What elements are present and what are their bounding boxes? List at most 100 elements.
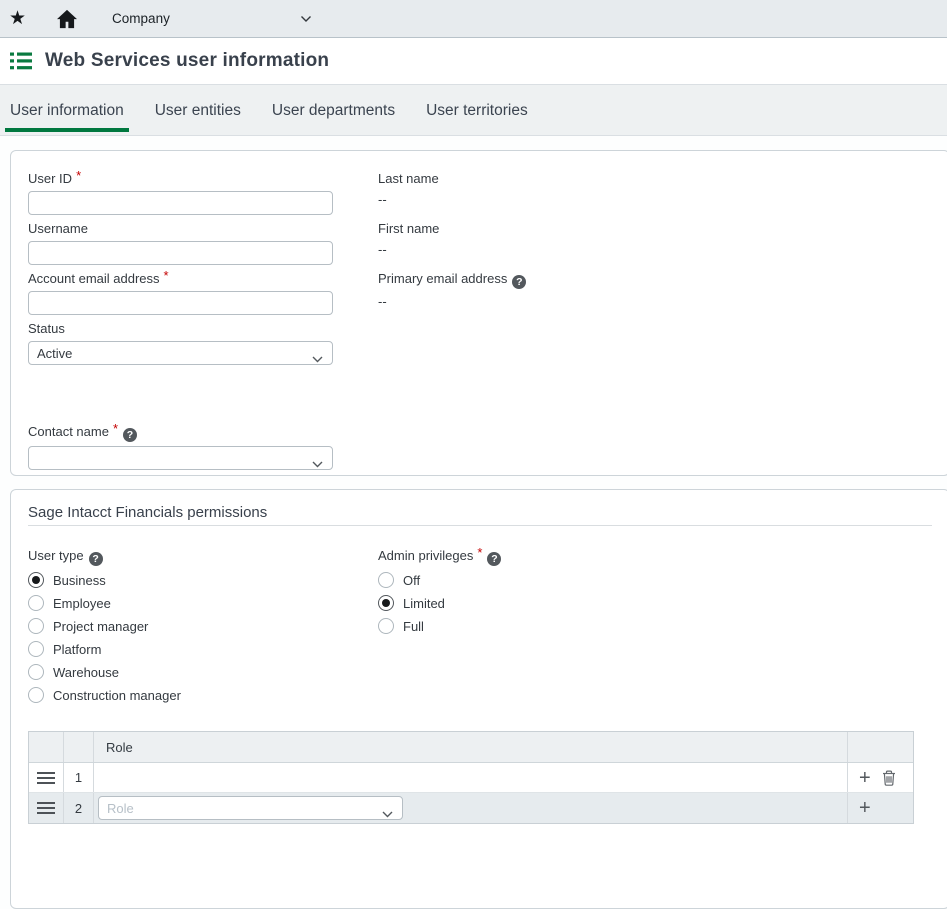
tab-user-territories[interactable]: User territories xyxy=(425,102,529,135)
tab-bar: User information User entities User depa… xyxy=(0,85,947,136)
roles-table-header: Role xyxy=(29,732,913,763)
radio-icon xyxy=(28,595,44,611)
user-type-group: User type? Business Employee Project man… xyxy=(28,548,378,710)
role-header-cell: Role xyxy=(94,732,848,762)
first-name-value: -- xyxy=(378,242,932,258)
delete-row-icon[interactable] xyxy=(882,770,896,786)
help-icon[interactable]: ? xyxy=(512,275,526,289)
form-right-column: Last name -- First name -- Primary email… xyxy=(378,171,932,476)
page-header: Web Services user information xyxy=(0,38,947,85)
radio-icon xyxy=(378,618,394,634)
help-icon[interactable]: ? xyxy=(487,552,501,566)
rownum-header-cell xyxy=(64,732,94,762)
chevron-down-icon xyxy=(312,456,323,471)
role-placeholder: Role xyxy=(107,801,134,816)
table-row: 2 Role + xyxy=(29,793,913,823)
add-row-button[interactable]: + xyxy=(859,798,871,818)
username-input[interactable] xyxy=(28,241,333,265)
role-select[interactable]: Role xyxy=(98,796,403,820)
radio-user-type-warehouse[interactable]: Warehouse xyxy=(28,664,378,680)
radio-user-type-construction-manager[interactable]: Construction manager xyxy=(28,687,378,703)
radio-icon xyxy=(378,595,394,611)
user-information-panel: User ID* Username Account email address*… xyxy=(10,150,947,476)
chevron-down-icon[interactable] xyxy=(300,15,312,23)
tab-user-departments[interactable]: User departments xyxy=(271,102,396,135)
row-actions: + xyxy=(848,763,913,792)
account-email-label: Account email address* xyxy=(28,271,378,287)
help-icon[interactable]: ? xyxy=(123,428,137,442)
drag-handle-icon[interactable] xyxy=(37,802,55,814)
status-selected-value: Active xyxy=(37,346,72,361)
contact-name-label: Contact name*? xyxy=(28,424,378,442)
radio-user-type-employee[interactable]: Employee xyxy=(28,595,378,611)
row-actions: + xyxy=(848,793,913,823)
tab-user-entities[interactable]: User entities xyxy=(154,102,242,135)
form-left-column: User ID* Username Account email address*… xyxy=(28,171,378,476)
actions-header-cell xyxy=(848,732,913,762)
radio-icon xyxy=(28,641,44,657)
radio-icon xyxy=(378,572,394,588)
radio-user-type-platform[interactable]: Platform xyxy=(28,641,378,657)
user-id-field-group: User ID* xyxy=(28,171,378,215)
permissions-panel: Sage Intacct Financials permissions User… xyxy=(10,489,947,909)
radio-icon xyxy=(28,618,44,634)
status-label: Status xyxy=(28,321,378,337)
top-navigation-bar: ★ Company xyxy=(0,0,947,38)
required-marker: * xyxy=(477,545,482,560)
required-marker: * xyxy=(164,268,169,283)
drag-header-cell xyxy=(29,732,64,762)
last-name-value: -- xyxy=(378,192,932,208)
table-row: 1 + xyxy=(29,763,913,793)
role-cell: Role xyxy=(94,793,848,823)
last-name-label: Last name xyxy=(378,171,932,187)
account-email-input[interactable] xyxy=(28,291,333,315)
radio-icon xyxy=(28,687,44,703)
drag-cell xyxy=(29,793,64,823)
row-number: 2 xyxy=(64,793,94,823)
chevron-down-icon xyxy=(382,806,393,821)
primary-email-label: Primary email address? xyxy=(378,271,932,289)
user-type-label: User type? xyxy=(28,548,378,566)
primary-email-field: Primary email address? -- xyxy=(378,271,932,310)
radio-user-type-project-manager[interactable]: Project manager xyxy=(28,618,378,634)
user-id-input[interactable] xyxy=(28,191,333,215)
spacer xyxy=(28,371,378,424)
list-icon[interactable] xyxy=(10,52,32,70)
permissions-heading: Sage Intacct Financials permissions xyxy=(28,504,932,522)
user-id-label: User ID* xyxy=(28,171,378,187)
drag-cell xyxy=(29,763,64,792)
admin-privileges-group: Admin privileges*? Off Limited Full xyxy=(378,548,932,710)
username-label: Username xyxy=(28,221,378,237)
contact-name-field-group: Contact name*? xyxy=(28,424,378,470)
username-field-group: Username xyxy=(28,221,378,265)
add-row-button[interactable]: + xyxy=(859,768,871,788)
company-menu[interactable]: Company xyxy=(112,11,170,26)
home-icon[interactable] xyxy=(56,9,78,29)
radio-user-type-business[interactable]: Business xyxy=(28,572,378,588)
status-field-group: Status Active xyxy=(28,321,378,365)
tab-user-information[interactable]: User information xyxy=(9,102,125,135)
first-name-field: First name -- xyxy=(378,221,932,258)
account-email-field-group: Account email address* xyxy=(28,271,378,315)
radio-icon xyxy=(28,572,44,588)
roles-table: Role 1 + xyxy=(28,731,914,824)
admin-privileges-label: Admin privileges*? xyxy=(378,548,932,566)
status-select[interactable]: Active xyxy=(28,341,333,365)
required-marker: * xyxy=(113,421,118,436)
primary-email-value: -- xyxy=(378,294,932,310)
radio-admin-limited[interactable]: Limited xyxy=(378,595,932,611)
drag-handle-icon[interactable] xyxy=(37,772,55,784)
radio-icon xyxy=(28,664,44,680)
contact-name-select[interactable] xyxy=(28,446,333,470)
role-cell[interactable] xyxy=(94,763,848,792)
first-name-label: First name xyxy=(378,221,932,237)
chevron-down-icon xyxy=(312,351,323,366)
favorite-star-icon[interactable]: ★ xyxy=(9,9,26,28)
row-number: 1 xyxy=(64,763,94,792)
page-title: Web Services user information xyxy=(45,50,329,72)
help-icon[interactable]: ? xyxy=(89,552,103,566)
radio-admin-full[interactable]: Full xyxy=(378,618,932,634)
required-marker: * xyxy=(76,168,81,183)
radio-admin-off[interactable]: Off xyxy=(378,572,932,588)
divider xyxy=(28,525,932,526)
